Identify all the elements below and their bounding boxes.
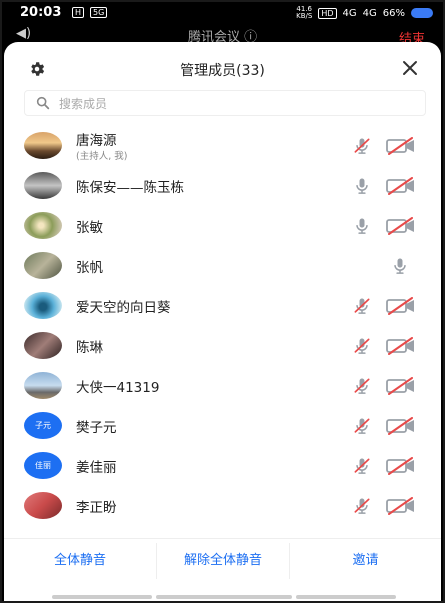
mic-icon[interactable] bbox=[352, 176, 372, 196]
mic-muted-icon[interactable] bbox=[352, 296, 372, 316]
member-row[interactable]: 张帆 bbox=[4, 246, 441, 286]
avatar bbox=[24, 332, 62, 359]
member-row[interactable]: 爱天空的向日葵 bbox=[4, 286, 441, 326]
member-row[interactable]: 陈保安——陈玉栋 bbox=[4, 166, 441, 206]
close-icon[interactable] bbox=[401, 59, 419, 77]
member-name: 李正盼 bbox=[76, 500, 117, 516]
nav-segment bbox=[156, 595, 292, 599]
member-row[interactable]: 大侠一41319 bbox=[4, 366, 441, 406]
mic-muted-icon[interactable] bbox=[352, 416, 372, 436]
camera-off-icon[interactable] bbox=[386, 297, 416, 315]
member-name: 爱天空的向日葵 bbox=[76, 300, 171, 316]
avatar bbox=[24, 132, 62, 159]
member-row[interactable]: 李正盼 bbox=[4, 486, 441, 526]
camera-off-icon[interactable] bbox=[386, 337, 416, 355]
camera-off-icon[interactable] bbox=[386, 497, 416, 515]
signal-4g-1: 4G bbox=[342, 7, 357, 19]
member-name: 陈保安——陈玉栋 bbox=[76, 180, 184, 196]
member-name: 陈琳 bbox=[76, 340, 103, 356]
clock: 20:03 bbox=[20, 5, 62, 20]
member-name: 樊子元 bbox=[76, 420, 117, 436]
mic-muted-icon[interactable] bbox=[352, 496, 372, 516]
phone-screen: 20:03 H 5G 41.6 KB/S HD 4G 4G 66% ◀) 腾讯会议… bbox=[2, 2, 443, 601]
mute-all-button[interactable]: 全体静音 bbox=[4, 539, 156, 583]
search-icon bbox=[36, 96, 50, 110]
avatar bbox=[24, 372, 62, 399]
member-name: 张帆 bbox=[76, 260, 103, 276]
unmute-all-button[interactable]: 解除全体静音 bbox=[157, 539, 289, 583]
member-row[interactable]: 陈琳 bbox=[4, 326, 441, 366]
avatar: 佳丽 bbox=[24, 452, 62, 479]
avatar bbox=[24, 172, 62, 199]
member-name: 唐海源 bbox=[76, 133, 117, 149]
avatar bbox=[24, 212, 62, 239]
avatar bbox=[24, 492, 62, 519]
system-icons: 41.6 KB/S HD 4G 4G 66% bbox=[296, 6, 433, 20]
avatar bbox=[24, 292, 62, 319]
meeting-bar: ◀) 腾讯会议 ⓘ 结束 bbox=[2, 24, 443, 47]
member-role: (主持人, 我) bbox=[76, 151, 128, 162]
camera-off-icon[interactable] bbox=[386, 217, 416, 235]
member-name: 张敏 bbox=[76, 220, 103, 236]
member-name: 大侠一41319 bbox=[76, 380, 160, 396]
nav-segment bbox=[52, 595, 152, 599]
camera-off-icon[interactable] bbox=[386, 417, 416, 435]
manage-members-sheet: 管理成员(33) 搜索成员 唐海源 (主持人, 我) 陈保安——陈玉栋 张敏张帆爱天空… bbox=[4, 42, 441, 601]
search-placeholder: 搜索成员 bbox=[59, 97, 108, 111]
mic-muted-icon[interactable] bbox=[352, 376, 372, 396]
avatar bbox=[24, 252, 62, 279]
mic-icon[interactable] bbox=[390, 256, 410, 276]
mic-muted-icon[interactable] bbox=[352, 456, 372, 476]
speed-unit: KB/S bbox=[296, 12, 313, 20]
battery-icon bbox=[411, 8, 433, 18]
member-row[interactable]: 张敏 bbox=[4, 206, 441, 246]
mic-icon[interactable] bbox=[352, 216, 372, 236]
notification-icons: H 5G bbox=[72, 7, 108, 18]
camera-off-icon[interactable] bbox=[386, 377, 416, 395]
hd-badge: HD bbox=[318, 7, 337, 19]
network-chip: 5G bbox=[90, 7, 108, 18]
member-row[interactable]: 唐海源 (主持人, 我) bbox=[4, 126, 441, 166]
signal-4g-2: 4G bbox=[362, 7, 377, 19]
member-row[interactable]: 佳丽 姜佳丽 bbox=[4, 446, 441, 486]
nav-segment bbox=[296, 595, 396, 599]
camera-off-icon[interactable] bbox=[386, 457, 416, 475]
invite-button[interactable]: 邀请 bbox=[290, 539, 441, 583]
member-name: 姜佳丽 bbox=[76, 460, 117, 476]
status-bar: 20:03 H 5G 41.6 KB/S HD 4G 4G 66% bbox=[2, 2, 443, 24]
footer-actions: 全体静音 解除全体静音 邀请 bbox=[4, 538, 441, 583]
avatar: 子元 bbox=[24, 412, 62, 439]
notification-chip: H bbox=[72, 7, 85, 18]
network-speed: 41.6 KB/S bbox=[296, 6, 312, 20]
member-row[interactable]: 子元 樊子元 bbox=[4, 406, 441, 446]
mic-muted-icon[interactable] bbox=[352, 336, 372, 356]
sheet-header: 管理成员(33) bbox=[4, 42, 441, 92]
mic-muted-icon[interactable] bbox=[352, 136, 372, 156]
camera-off-icon[interactable] bbox=[386, 137, 416, 155]
camera-off-icon[interactable] bbox=[386, 177, 416, 195]
search-input[interactable]: 搜索成员 bbox=[24, 90, 426, 116]
battery-percent: 66% bbox=[382, 7, 405, 19]
speaker-icon[interactable]: ◀) bbox=[16, 26, 31, 41]
sheet-title: 管理成员(33) bbox=[180, 63, 265, 79]
